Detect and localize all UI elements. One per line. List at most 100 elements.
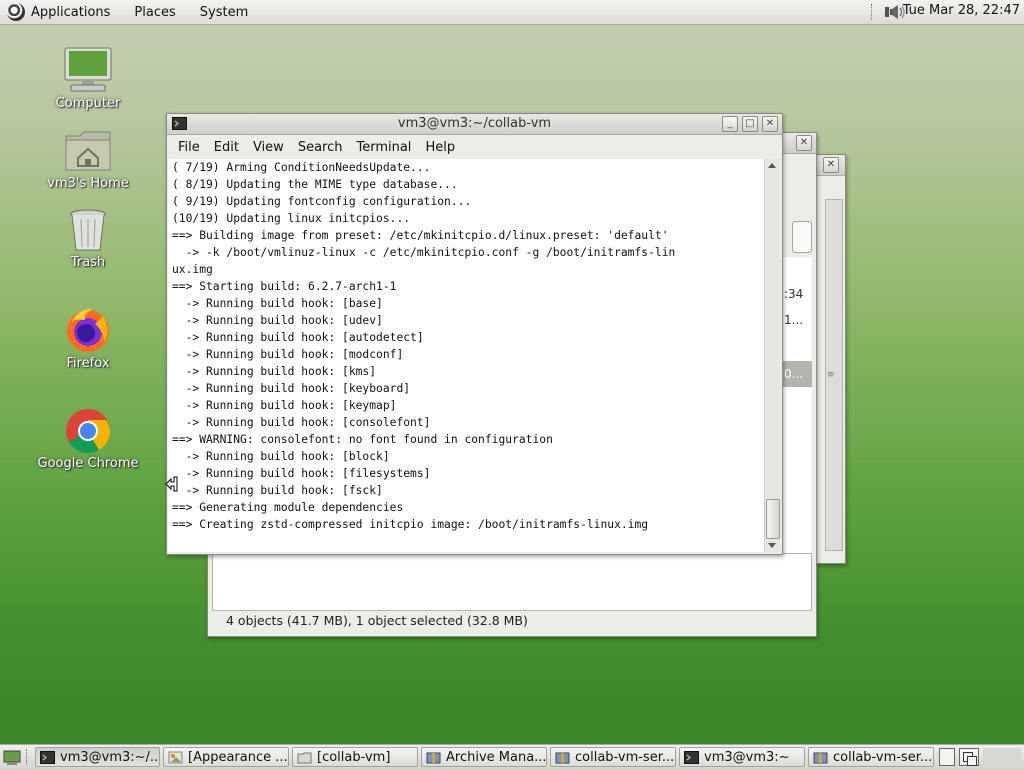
taskbar-handle[interactable] — [26, 749, 30, 765]
firefox-icon — [67, 308, 109, 352]
menu-view[interactable]: View — [253, 140, 284, 155]
terminal-line: ==> Starting build: 6.2.7-arch1-1 — [172, 280, 397, 293]
menu-applications[interactable]: Applications — [31, 5, 110, 20]
home-folder-icon — [65, 131, 111, 171]
gnome-foot-icon[interactable] — [7, 3, 25, 21]
task-button-collab-vm-server-2[interactable]: collab-vm-ser... — [808, 747, 934, 767]
terminal-menubar: File Edit View Search Terminal Help — [167, 135, 782, 159]
scroll-grip-icon: ≡ — [827, 370, 835, 380]
task-button-collab-vm-server-1[interactable]: collab-vm-ser... — [550, 747, 676, 767]
show-desktop-icon — [3, 750, 21, 765]
chrome-icon — [66, 409, 110, 453]
desktop-icon-computer[interactable]: Computer — [33, 46, 143, 111]
panel-clock[interactable]: Tue Mar 28, 22:47 — [903, 3, 1020, 18]
menu-edit[interactable]: Edit — [214, 140, 239, 155]
appearance-icon — [168, 751, 183, 764]
terminal-line: ux.img — [172, 263, 213, 276]
desktop-icon-chrome[interactable]: Google Chrome — [33, 406, 143, 471]
appearance-scrollbar[interactable]: ≡ — [825, 199, 843, 551]
terminal-line: -> Running build hook: [udev] — [172, 314, 383, 327]
terminal-line: ( 7/19) Arming ConditionNeedsUpdate... — [172, 161, 431, 174]
terminal-titlebar[interactable]: vm3@vm3:~/collab-vm _ □ ✕ — [167, 114, 782, 135]
archive-icon — [426, 752, 441, 764]
terminal-line: -> Running build hook: [base] — [172, 297, 383, 310]
task-button-terminal-home[interactable]: vm3@vm3:~ — [679, 747, 805, 767]
terminal-line: -> Running build hook: [fsck] — [172, 484, 383, 497]
terminal-line: ==> Building image from preset: /etc/mki… — [172, 229, 669, 242]
workspace-2[interactable] — [959, 748, 979, 766]
desktop-icon-trash[interactable]: Trash — [33, 207, 143, 270]
terminal-icon — [40, 751, 55, 764]
menu-system[interactable]: System — [200, 5, 248, 20]
file-list-cell: 0... — [784, 367, 804, 381]
archive-icon — [813, 752, 828, 764]
terminal-line: -> Running build hook: [keymap] — [172, 399, 397, 412]
desktop-icon-home[interactable]: vm3's Home — [33, 128, 143, 191]
close-icon[interactable]: ✕ — [762, 116, 778, 132]
desktop-icon-firefox[interactable]: Firefox — [33, 306, 143, 371]
close-icon[interactable]: ✕ — [823, 157, 839, 173]
terminal-line: -> Running build hook: [kms] — [172, 365, 377, 378]
terminal-line: -> Running build hook: [block] — [172, 450, 390, 463]
desktop-icon-label: Google Chrome — [37, 456, 139, 471]
task-label: collab-vm-ser... — [575, 750, 675, 765]
window-title: vm3@vm3:~/collab-vm — [397, 116, 552, 131]
desktop-icon-label: Computer — [55, 96, 121, 111]
computer-icon — [64, 47, 112, 92]
scroll-down-icon[interactable] — [768, 543, 776, 548]
file-list-selected-row[interactable]: 0... — [782, 361, 812, 387]
task-label: [Appearance ... — [188, 750, 288, 765]
terminal-output[interactable]: ( 7/19) Arming ConditionNeedsUpdate... (… — [168, 159, 764, 552]
task-label: collab-vm-ser... — [833, 750, 933, 765]
file-list-cell: 1... — [784, 313, 804, 327]
terminal-line: -> Running build hook: [consolefont] — [172, 416, 431, 429]
scrollbar-thumb[interactable] — [766, 499, 780, 539]
desktop-icon-label: vm3's Home — [47, 176, 129, 191]
task-label: Archive Mana... — [446, 750, 547, 765]
appearance-window[interactable]: ✕ ≡ — [816, 154, 846, 564]
task-button-collab-folder[interactable]: [collab-vm] — [292, 747, 418, 767]
top-panel: Applications Places System Tue Mar 28, 2… — [0, 0, 1024, 25]
appearance-titlebar[interactable]: ✕ — [817, 155, 845, 176]
panel-separator — [871, 4, 874, 20]
trash-icon — [70, 209, 106, 251]
terminal-scrollbar[interactable] — [764, 159, 780, 552]
task-button-archive-manager[interactable]: Archive Mana... — [421, 747, 547, 767]
desktop-icon-label: Trash — [70, 255, 106, 270]
workspace-window-icon — [967, 756, 977, 766]
menu-terminal[interactable]: Terminal — [356, 140, 411, 155]
workspace-area[interactable] — [983, 748, 1021, 766]
scroll-up-icon[interactable] — [768, 163, 776, 168]
terminal-line: -> Running build hook: [autodetect] — [172, 331, 424, 344]
menu-help[interactable]: Help — [425, 140, 455, 155]
file-list-area[interactable] — [212, 553, 812, 611]
file-list-cell: :34 — [784, 287, 804, 301]
archive-icon — [555, 752, 570, 764]
workspace-1[interactable] — [939, 748, 955, 766]
terminal-line: ==> Generating module dependencies — [172, 501, 404, 514]
terminal-line: (10/19) Updating linux initcpios... — [172, 212, 411, 225]
terminal-line: -> -k /boot/vmlinuz-linux -c /etc/mkinit… — [172, 246, 676, 259]
terminal-window[interactable]: vm3@vm3:~/collab-vm _ □ ✕ File Edit View… — [166, 113, 783, 555]
task-button-terminal-collab[interactable]: vm3@vm3:~/... — [35, 747, 160, 767]
file-manager-statusbar: 4 objects (41.7 MB), 1 object selected (… — [226, 613, 528, 628]
close-icon[interactable]: ✕ — [796, 135, 812, 151]
folder-icon — [297, 752, 312, 764]
maximize-icon[interactable]: □ — [742, 116, 758, 132]
menu-search[interactable]: Search — [298, 140, 343, 155]
task-label: vm3@vm3:~ — [704, 750, 790, 765]
terminal-icon — [172, 117, 187, 130]
task-label: [collab-vm] — [317, 750, 391, 765]
terminal-line: -> Running build hook: [keyboard] — [172, 382, 411, 395]
terminal-line: -> Running build hook: [modconf] — [172, 348, 404, 361]
minimize-icon[interactable]: _ — [722, 116, 738, 132]
terminal-line: ( 8/19) Updating the MIME type database.… — [172, 178, 458, 191]
terminal-line: -> Running build hook: [filesystems] — [172, 467, 431, 480]
show-desktop-button[interactable] — [3, 748, 21, 766]
task-button-appearance[interactable]: [Appearance ... — [163, 747, 289, 767]
terminal-line: ==> Creating zstd-compressed initcpio im… — [172, 518, 649, 531]
location-field-end[interactable] — [792, 221, 812, 253]
menu-file[interactable]: File — [178, 140, 200, 155]
menu-places[interactable]: Places — [134, 5, 175, 20]
terminal-line: ==> WARNING: consolefont: no font found … — [172, 433, 553, 446]
